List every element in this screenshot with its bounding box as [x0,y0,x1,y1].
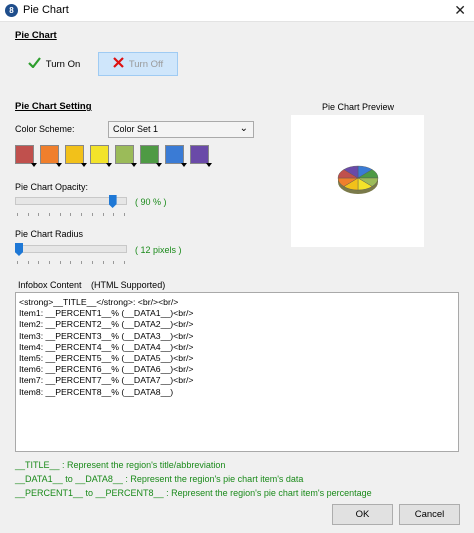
color-swatch-4[interactable] [90,145,112,167]
cancel-button[interactable]: Cancel [399,504,460,525]
infobox-label: Infobox Content [18,280,82,290]
infobox-line: Item4: __PERCENT4__% (__DATA4__)<br/> [19,341,194,352]
help-data: __DATA1__ to __DATA8__ : Represent the r… [15,474,304,484]
opacity-label: Pie Chart Opacity: [15,182,89,192]
color-swatch-1[interactable] [15,145,37,167]
dropdown-arrow-icon [81,163,87,167]
color-swatch-8[interactable] [190,145,212,167]
opacity-value: ( 90 % ) [135,197,167,207]
window-title: Pie Chart [23,4,69,16]
help-percent: __PERCENT1__ to __PERCENT8__ : Represent… [15,488,372,498]
infobox-line: Item3: __PERCENT3__% (__DATA3__)<br/> [19,330,194,341]
infobox-line: <strong>__TITLE__</strong>: <br/><br/> [19,297,179,307]
color-swatch-2[interactable] [40,145,62,167]
turn-on-button[interactable]: Turn On [18,52,90,76]
turn-off-button[interactable]: Turn Off [98,52,178,76]
dropdown-arrow-icon [156,163,162,167]
infobox-line: Item8: __PERCENT8__% (__DATA8__) [19,386,174,397]
chevron-down-icon: ⌄ [239,123,248,134]
infobox-html-supported: (HTML Supported) [91,280,166,290]
infobox-line: Item6: __PERCENT6__% (__DATA6__)<br/> [19,364,194,375]
infobox-line: Item2: __PERCENT2__% (__DATA2__)<br/> [19,319,194,330]
title-bar: 8 Pie Chart ✕ [0,0,474,22]
cross-icon [113,57,124,71]
pie-chart-preview [291,115,424,247]
infobox-content-textarea[interactable]: <strong>__TITLE__</strong>: <br/><br/> It… [15,292,459,452]
color-swatch-5[interactable] [115,145,137,167]
radius-ticks [17,261,125,264]
opacity-slider-thumb[interactable] [108,195,117,208]
check-icon [27,57,41,71]
preview-title: Pie Chart Preview [322,102,395,112]
pie-chart-section-title: Pie Chart [15,30,57,41]
dropdown-arrow-icon [206,163,212,167]
color-scheme-select[interactable]: Color Set 1 ⌄ [108,121,254,138]
color-swatch-3[interactable] [65,145,87,167]
radius-label: Pie Chart Radius [15,229,84,239]
ok-button[interactable]: OK [332,504,393,525]
radius-slider-thumb[interactable] [15,243,23,256]
opacity-ticks [17,213,125,216]
dropdown-arrow-icon [31,163,37,167]
infobox-line: Item7: __PERCENT7__% (__DATA7__)<br/> [19,375,194,386]
dropdown-arrow-icon [181,163,187,167]
dropdown-arrow-icon [56,163,62,167]
close-icon[interactable]: ✕ [454,2,466,19]
pie-preview-image [337,165,379,194]
dropdown-arrow-icon [131,163,137,167]
color-scheme-label: Color Scheme: [15,124,75,134]
radius-slider-track[interactable] [15,245,127,253]
radius-value: ( 12 pixels ) [135,245,182,255]
color-swatches [15,145,212,167]
turn-off-label: Turn Off [128,58,164,70]
turn-on-label: Turn On [45,58,81,70]
help-title: __TITLE__ : Represent the region's title… [15,460,226,470]
app-icon: 8 [5,4,18,17]
color-scheme-value: Color Set 1 [113,124,159,134]
infobox-line: Item5: __PERCENT5__% (__DATA5__)<br/> [19,353,194,364]
pie-chart-setting-title: Pie Chart Setting [15,101,92,112]
infobox-line: Item1: __PERCENT1__% (__DATA1__)<br/> [19,308,194,319]
dropdown-arrow-icon [106,163,112,167]
color-swatch-6[interactable] [140,145,162,167]
color-swatch-7[interactable] [165,145,187,167]
